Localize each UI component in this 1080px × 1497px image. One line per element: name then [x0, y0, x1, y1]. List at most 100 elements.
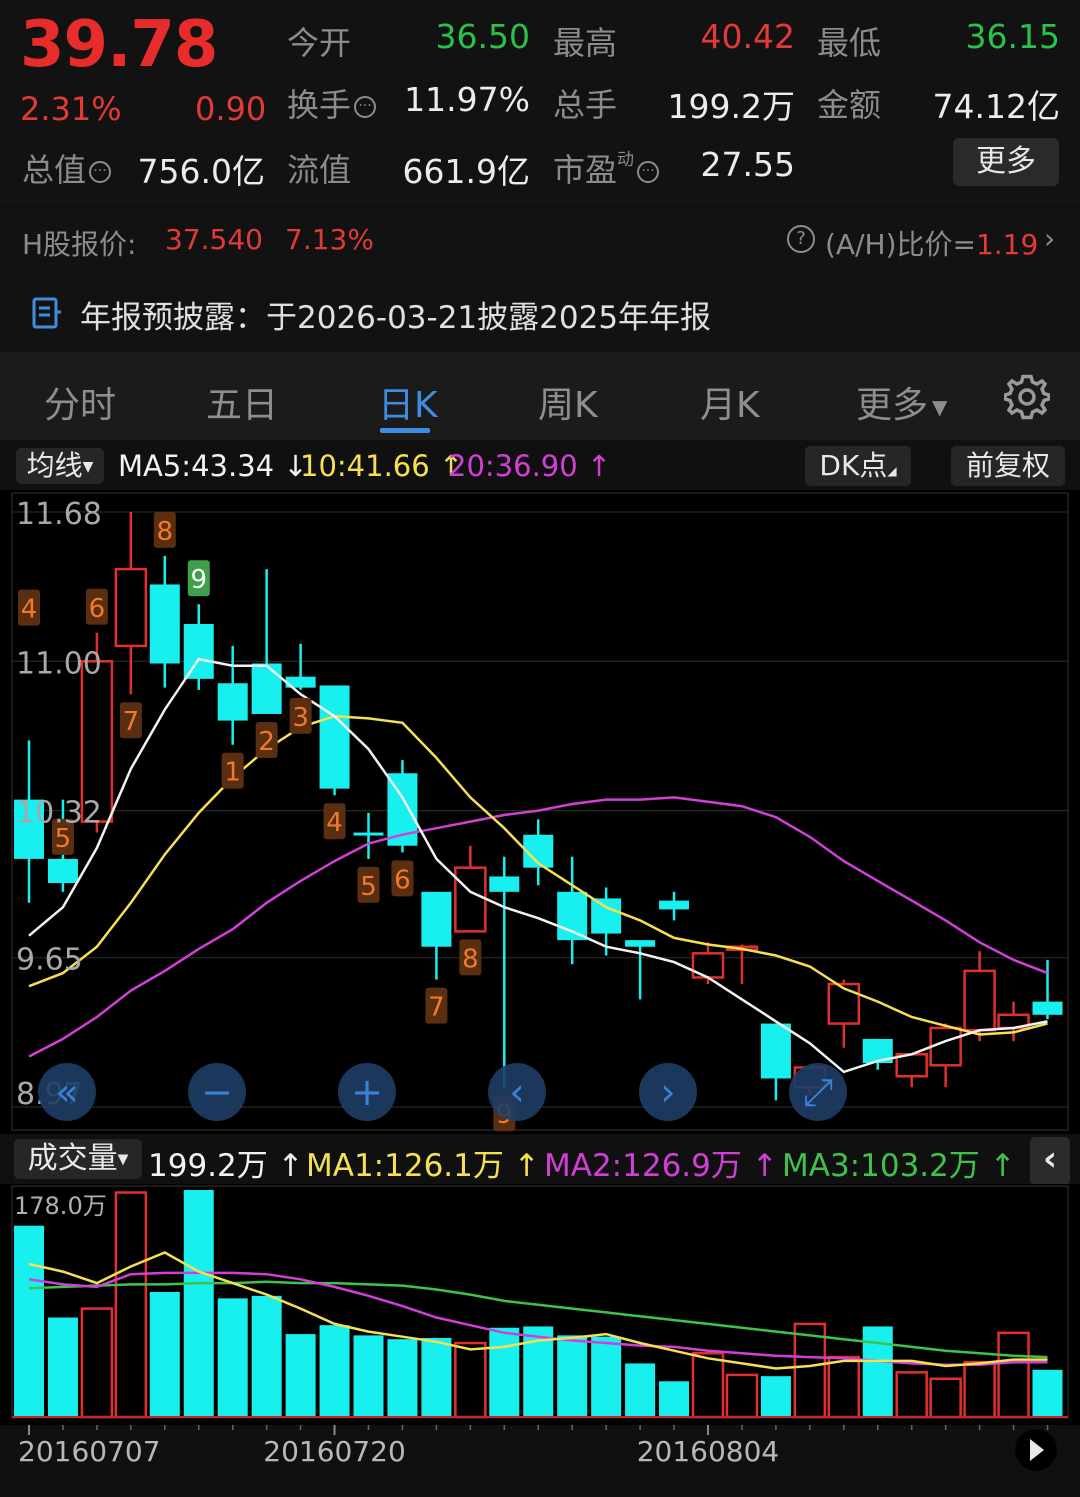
candle-body-down [557, 891, 588, 941]
dk-point-button[interactable]: DK点◢ [805, 446, 911, 486]
date-axis-background [0, 1425, 1080, 1497]
volume-bar-down [557, 1335, 588, 1417]
caret-down-icon: ▼ [932, 395, 948, 419]
notice-row[interactable]: 年报预披露：于2026-03-21披露2025年年报 [0, 272, 1080, 352]
volume-bar-down [14, 1225, 44, 1417]
fullscreen-icon[interactable]: ⤢ [789, 1063, 847, 1121]
ma-selector[interactable]: 均线▼ [16, 448, 104, 484]
turnover-label-text: 换手 [287, 86, 352, 124]
volume-bar-down [659, 1381, 690, 1417]
ma20-text: 20:36.90 [448, 449, 578, 483]
next-icon[interactable]: › [639, 1063, 697, 1121]
ma5-text: MA5:43.34 [118, 449, 275, 483]
zoom-in-icon[interactable]: + [338, 1063, 396, 1121]
play-icon[interactable] [1015, 1429, 1057, 1471]
date-axis: 20160707 20160720 20160804 [0, 1425, 1080, 1497]
volume-bar-down [319, 1325, 350, 1417]
mktcap-label[interactable]: 总值 ··· [22, 145, 112, 191]
change-amount: 0.90 [195, 90, 267, 128]
dk-point-label: DK点 [819, 449, 888, 482]
volume-bar-up [929, 1377, 962, 1419]
fullscreen-icon-glyph: ⤢ [803, 1070, 833, 1114]
circle-dots-icon[interactable]: ··· [354, 96, 377, 118]
volume-bar-down [149, 1292, 180, 1417]
volume-text: 199.2万 [148, 1148, 268, 1184]
candle-body-up [827, 982, 861, 1025]
previous-icon[interactable]: ‹ [488, 1063, 546, 1121]
volume-value: 199.2万 [667, 87, 795, 126]
zoom-out-icon-glyph: − [201, 1070, 233, 1114]
amount-label: 金额 [817, 86, 882, 124]
td-label: 3 [292, 703, 309, 733]
volume-bar-up [895, 1371, 928, 1419]
pe-label-text: 市盈 [553, 151, 618, 189]
td-label: 5 [360, 872, 377, 902]
circle-dots-icon[interactable]: ··· [637, 161, 660, 183]
volume-bar-up [80, 1307, 114, 1419]
tab-weekly-k[interactable]: 周K [538, 376, 598, 428]
candle-body-down [659, 900, 690, 910]
mktcap-value: 756.0亿 [137, 152, 265, 191]
caret-down-icon: ▼ [82, 459, 94, 475]
volume-bar-up [963, 1360, 996, 1419]
candle-body-down [625, 940, 656, 947]
candle-body-up [454, 866, 487, 933]
td-label: 6 [394, 865, 411, 895]
volume-max-label: 178.0万 [14, 1192, 107, 1220]
vol-ma3: MA3:103.2万 ↑ [782, 1148, 1016, 1184]
chevron-right-icon[interactable]: › [1044, 222, 1055, 255]
candle-body-down [421, 891, 452, 947]
circle-dots-icon[interactable]: ··· [89, 161, 112, 183]
hshare-row[interactable]: H股报价: 37.540 7.13% ? (A/H)比价=1.19 › [0, 208, 1080, 272]
kline-chart[interactable]: 456789123456789 11.6811.0010.329.658.97 … [0, 490, 1080, 1134]
mktcap-label-text: 总值 [22, 151, 87, 189]
tab-intraday[interactable]: 分时 [44, 376, 116, 428]
hshare-label: H股报价: [22, 228, 137, 261]
chevron-left-icon[interactable]: ‹ [1030, 1137, 1070, 1185]
pe-sup: 动 [617, 150, 635, 170]
vol-ma2-text: MA2:126.9万 [544, 1148, 742, 1184]
turnover-label[interactable]: 换手 ··· [287, 80, 377, 126]
pe-label[interactable]: 市盈动··· [553, 145, 660, 191]
ma10-value: 10:41.66 ↑ [300, 449, 464, 483]
gear-icon[interactable] [1004, 374, 1050, 420]
ah-ratio-value: 1.19 [975, 228, 1039, 261]
td-label: 7 [428, 993, 445, 1023]
date-label: 20160804 [637, 1435, 780, 1468]
ma20-value: 20:36.90 ↑ [448, 449, 612, 483]
last-price: 39.78 [20, 8, 218, 82]
y-tick-label: 11.68 [16, 497, 102, 532]
ah-ratio: (A/H)比价=1.19 [825, 223, 1038, 263]
td-label: 7 [123, 707, 140, 737]
y-tick-label: 9.65 [16, 943, 83, 978]
question-circle-icon[interactable]: ? [787, 225, 815, 253]
candle-body-down [489, 876, 520, 892]
low-label: 最低 [817, 24, 882, 62]
tab-monthly-k[interactable]: 月K [700, 376, 760, 428]
volume-selector[interactable]: 成交量▼ [14, 1139, 142, 1179]
float-label: 流值 [287, 151, 352, 189]
volume-bar-up [114, 1191, 148, 1419]
adjust-forward-button[interactable]: 前复权 [951, 446, 1065, 486]
zoom-out-icon[interactable]: − [188, 1063, 246, 1121]
rewind-icon[interactable]: « [38, 1063, 96, 1121]
volume-bar-down [353, 1335, 384, 1417]
tab-five-day[interactable]: 五日 [206, 376, 278, 428]
volume-bar-down [760, 1376, 791, 1417]
volume-bar-down [625, 1363, 656, 1417]
candle-body-down [591, 898, 622, 934]
ah-ratio-label: (A/H)比价= [825, 228, 976, 261]
vol-ma3-text: MA3:103.2万 [782, 1148, 980, 1184]
volume-selector-label: 成交量 [27, 1141, 118, 1176]
more-button[interactable]: 更多 [953, 138, 1059, 186]
volume-bar-up [793, 1322, 827, 1419]
open-label: 今开 [287, 24, 352, 62]
date-label: 20160720 [263, 1435, 406, 1468]
tab-daily-k[interactable]: 日K [378, 376, 438, 428]
volume-chart[interactable]: 178.0万 [0, 1184, 1080, 1425]
ma10-text: 10:41.66 [300, 449, 430, 483]
tab-more[interactable]: 更多 ▼ [856, 376, 947, 428]
candle-body-down [319, 685, 350, 789]
corner-triangle-icon: ◢ [887, 464, 897, 478]
y-tick-label: 11.00 [16, 646, 102, 681]
